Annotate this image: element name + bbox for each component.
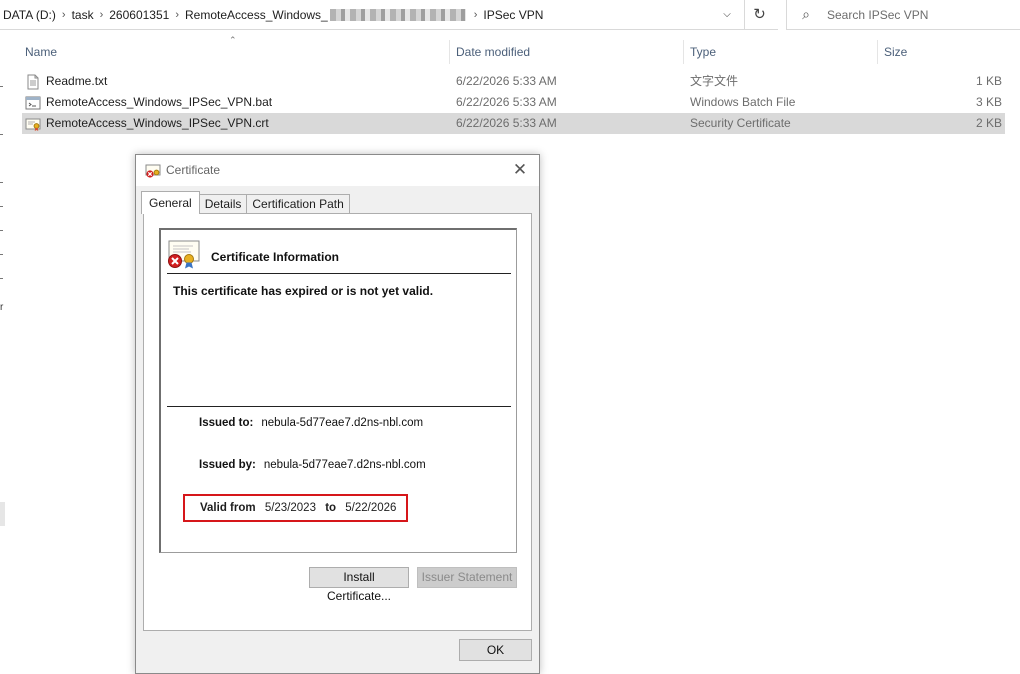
column-header-size[interactable]: Size <box>878 40 1008 64</box>
divider <box>167 406 511 407</box>
file-date: 6/22/2026 5:33 AM <box>456 74 557 88</box>
close-icon[interactable]: ✕ <box>509 160 531 180</box>
file-name-cell: RemoteAccess_Windows_IPSec_VPN.crt <box>25 113 269 134</box>
navigation-pane-edge: r <box>0 40 6 663</box>
validity-row: Valid from 5/23/2023 to 5/22/2026 <box>200 502 396 514</box>
issued-by-label: Issued by: <box>199 459 256 471</box>
valid-to-label: to <box>325 502 337 514</box>
file-name: RemoteAccess_Windows_IPSec_VPN.bat <box>46 95 273 109</box>
breadcrumb-drive[interactable]: DATA (D:) <box>0 8 59 22</box>
divider <box>167 273 511 274</box>
breadcrumb-ipsec-vpn[interactable]: IPSec VPN <box>480 8 546 22</box>
valid-from-label: Valid from <box>200 502 256 514</box>
file-type: Windows Batch File <box>690 95 796 109</box>
dialog-title-bar[interactable]: Certificate ✕ <box>136 155 539 186</box>
certificate-invalid-icon <box>168 240 200 269</box>
issued-by-row: Issued by: nebula-5d77eae7.d2ns-nbl.com <box>199 459 426 471</box>
file-date: 6/22/2026 5:33 AM <box>456 95 557 109</box>
breadcrumb-folder-id[interactable]: 260601351 <box>106 8 172 22</box>
text-file-icon <box>27 74 39 89</box>
issued-by-value: nebula-5d77eae7.d2ns-nbl.com <box>263 459 426 471</box>
file-size: 1 KB <box>975 74 1002 88</box>
install-certificate-button[interactable]: Install Certificate... <box>309 567 409 603</box>
certificate-info-box: Certificate Information This certificate… <box>159 228 517 553</box>
issuer-statement-button[interactable]: Issuer Statement <box>417 567 517 588</box>
dialog-title: Certificate <box>166 163 221 177</box>
issued-to-value: nebula-5d77eae7.d2ns-nbl.com <box>261 417 424 429</box>
certificate-status-message: This certificate has expired or is not y… <box>173 284 434 298</box>
ok-button[interactable]: OK <box>459 639 532 661</box>
tab-general[interactable]: General <box>141 191 200 214</box>
search-box[interactable]: ⌕ <box>786 0 1020 30</box>
breadcrumb-separator[interactable]: › <box>59 9 69 21</box>
issued-to-row: Issued to: nebula-5d77eae7.d2ns-nbl.com <box>199 417 423 429</box>
file-type: Security Certificate <box>690 116 791 130</box>
file-size: 2 KB <box>975 116 1002 130</box>
breadcrumb-remoteaccess[interactable]: RemoteAccess_Windows_ <box>182 8 471 22</box>
column-header-type[interactable]: Type <box>684 40 878 64</box>
address-bar[interactable]: DATA (D:) › task › 260601351 › RemoteAcc… <box>0 0 778 30</box>
certificate-file-icon <box>25 118 41 131</box>
breadcrumb-separator[interactable]: › <box>471 9 481 21</box>
tab-details[interactable]: Details <box>198 194 248 214</box>
valid-to-value: 5/22/2026 <box>345 502 397 514</box>
search-icon: ⌕ <box>802 6 810 22</box>
column-header-date[interactable]: Date modified <box>450 40 684 64</box>
breadcrumb-separator[interactable]: › <box>97 9 107 21</box>
nav-scroll-marker <box>0 502 5 526</box>
nav-text-fragment: r <box>0 302 4 313</box>
search-input[interactable] <box>825 6 1015 23</box>
batch-file-icon <box>25 96 41 109</box>
valid-from-value: 5/23/2023 <box>264 502 316 514</box>
file-date: 6/22/2026 5:33 AM <box>456 116 557 130</box>
column-header-name[interactable]: Name <box>19 40 450 64</box>
certificate-info-title: Certificate Information <box>211 250 340 264</box>
certificate-error-icon <box>145 164 161 178</box>
file-name-cell: Readme.txt <box>25 71 107 92</box>
redacted-text <box>329 9 466 22</box>
file-type: 文字文件 <box>690 74 739 88</box>
general-tab-panel: Certificate Information This certificate… <box>143 213 532 631</box>
dialog-tabs: General Details Certification Path <box>141 191 350 214</box>
file-row-crt[interactable]: RemoteAccess_Windows_IPSec_VPN.crt 6/22/… <box>22 113 1005 134</box>
file-row-readme[interactable]: Readme.txt 6/22/2026 5:33 AM 文字文件 1 KB <box>22 71 1005 92</box>
file-name: Readme.txt <box>46 74 108 88</box>
validity-highlight-box: Valid from 5/23/2023 to 5/22/2026 <box>183 494 408 522</box>
issued-to-label: Issued to: <box>199 417 254 429</box>
file-size: 3 KB <box>975 95 1002 109</box>
certificate-dialog: Certificate ✕ General Details Certificat… <box>135 154 540 674</box>
file-name-cell: RemoteAccess_Windows_IPSec_VPN.bat <box>25 92 272 113</box>
tab-certification-path[interactable]: Certification Path <box>246 194 350 214</box>
file-row-bat[interactable]: RemoteAccess_Windows_IPSec_VPN.bat 6/22/… <box>22 92 1005 113</box>
refresh-icon[interactable]: ↻ <box>744 0 774 30</box>
chevron-down-icon[interactable]: ⌵ <box>717 6 737 24</box>
breadcrumb-remoteaccess-label: RemoteAccess_Windows_ <box>185 7 328 22</box>
file-name: RemoteAccess_Windows_IPSec_VPN.crt <box>46 116 269 130</box>
breadcrumb-separator[interactable]: › <box>172 9 182 21</box>
breadcrumb-task[interactable]: task <box>69 8 97 22</box>
